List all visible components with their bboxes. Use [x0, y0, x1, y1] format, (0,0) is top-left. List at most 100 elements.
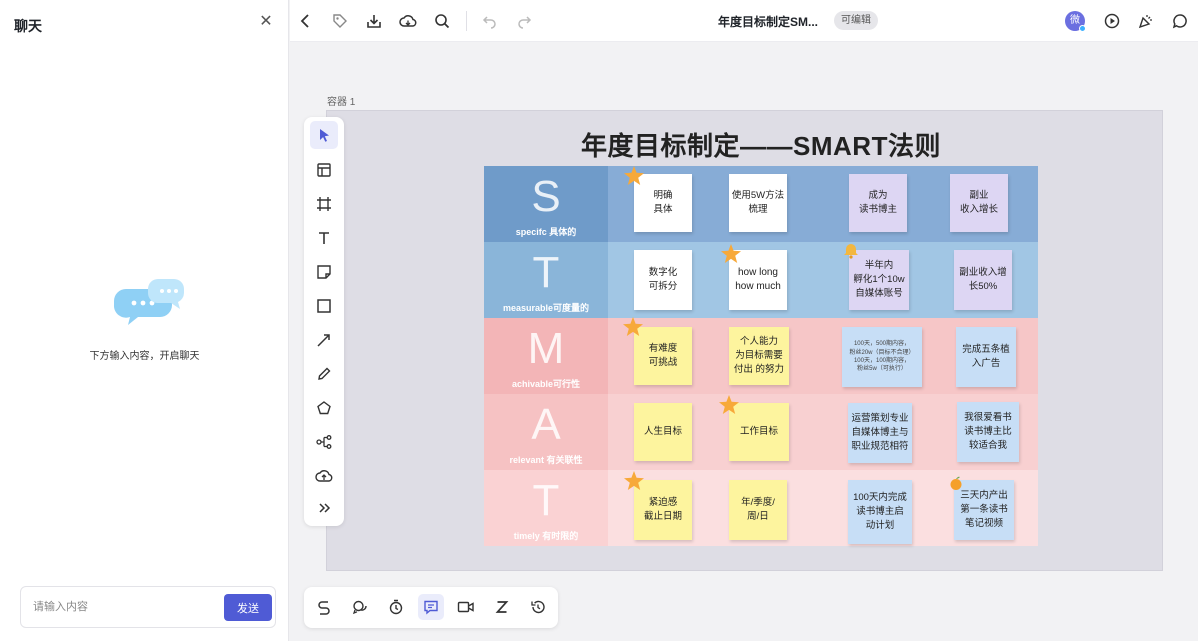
sticky-note[interactable]: 完成五条植 入广告 [956, 327, 1016, 387]
row-body: 人生目标 工作目标 运营策划专业 自媒体博主与 职业规范相符 我很爱看书 读书博… [608, 394, 1038, 470]
row-letter: M [527, 324, 565, 373]
sticky-note[interactable]: 成为 读书博主 [849, 174, 907, 232]
arrow-icon [317, 334, 330, 347]
send-button[interactable]: 发送 [224, 594, 272, 621]
row-letter: A [531, 400, 561, 449]
sticky-note[interactable]: 年/季度/ 周/日 [729, 480, 787, 540]
shape-tool[interactable] [310, 394, 338, 422]
row-letter: T [532, 248, 560, 297]
video-icon[interactable] [453, 594, 479, 620]
left-toolbar [304, 117, 344, 526]
rectangle-icon [317, 299, 331, 313]
star-sticker-icon[interactable] [622, 316, 644, 338]
sticky-note[interactable]: 运营策划专业 自媒体博主与 职业规范相符 [848, 403, 912, 463]
comment-icon[interactable] [1170, 11, 1190, 31]
sticky-note[interactable]: 个人能力 为目标需要 付出 的努力 [729, 327, 789, 385]
double-chevron-icon [319, 503, 331, 513]
tag-icon[interactable] [330, 11, 350, 31]
orange-sticker-icon[interactable] [948, 475, 964, 491]
template-tool[interactable] [310, 156, 338, 184]
cursor-icon [320, 129, 329, 142]
arrow-tool[interactable] [310, 326, 338, 354]
sticky-note[interactable]: 我很爱看书 读书博主比 较适合我 [957, 402, 1019, 462]
row-body: 明确 具体 使用5W方法 梳理 成为 读书博主 副业 收入增长 [608, 166, 1038, 242]
board-title[interactable]: 年度目标制定——SMART法则 [484, 126, 1038, 163]
select-tool[interactable] [310, 121, 338, 149]
sticky-note[interactable]: 副业 收入增长 [950, 174, 1008, 232]
pen-icon [318, 367, 331, 380]
sticky-note-icon [317, 265, 331, 279]
toolbar-divider [466, 11, 467, 31]
back-icon[interactable] [296, 11, 316, 31]
row-header: T measurable可度量的 [484, 242, 608, 318]
layout-icon [317, 163, 331, 177]
bell-sticker-icon[interactable] [843, 243, 859, 259]
row-header: T timely 有时限的 [484, 470, 608, 546]
timer-icon[interactable] [383, 594, 409, 620]
sticky-note-tool[interactable] [310, 258, 338, 286]
undo-icon[interactable] [480, 11, 500, 31]
row-header: A relevant 有关联性 [484, 394, 608, 470]
chat-empty-hint: 下方输入内容，开启聊天 [89, 351, 200, 362]
row-header: S specifc 具体的 [484, 166, 608, 242]
row-body: 有难度 可挑战 个人能力 为目标需要 付出 的努力 100天，500期内容， 粉… [608, 318, 1038, 394]
sticky-note[interactable]: 100天内完成 读书博主启 动计划 [848, 480, 912, 544]
sticky-note[interactable]: 副业收入增 长50% [954, 250, 1012, 310]
chat-input[interactable] [33, 596, 223, 618]
container-label[interactable]: 容器 1 [327, 93, 355, 108]
mindmap-icon [316, 435, 332, 449]
celebrate-icon[interactable] [1136, 11, 1156, 31]
close-icon[interactable]: ✕ [258, 14, 274, 30]
upload-tool[interactable] [310, 462, 338, 490]
mindmap-tool[interactable] [310, 428, 338, 456]
search-icon[interactable] [432, 11, 452, 31]
text-tool[interactable] [310, 224, 338, 252]
sticky-note[interactable]: 数字化 可拆分 [634, 250, 692, 310]
row-subtitle: specifc 具体的 [515, 227, 577, 237]
row-subtitle: timely 有时限的 [513, 531, 579, 541]
chat-bubbles-illustration [112, 275, 188, 331]
smart-row-s: S specifc 具体的 明确 具体 使用5W方法 梳理 成为 读书博主 副业… [484, 166, 1038, 242]
row-letter: S [531, 172, 561, 221]
sleep-z-icon[interactable] [489, 594, 515, 620]
more-tools[interactable] [310, 494, 338, 522]
sticky-note[interactable]: 人生目标 [634, 403, 692, 461]
row-subtitle: measurable可度量的 [502, 303, 590, 313]
top-toolbar: 年度目标制定SM... 可编辑 微 [290, 0, 1198, 42]
pen-tool[interactable] [310, 360, 338, 388]
frame-icon [317, 197, 331, 211]
cloud-sync-icon[interactable] [398, 11, 418, 31]
upload-icon [315, 470, 333, 482]
smart-row-t-measurable: T measurable可度量的 数字化 可拆分 how long how mu… [484, 242, 1038, 318]
connector-icon[interactable] [311, 594, 337, 620]
star-sticker-icon[interactable] [623, 165, 645, 187]
editable-badge[interactable]: 可编辑 [834, 11, 878, 30]
chat-panel: 聊天 ✕ 下方输入内容，开启聊天 发送 [0, 0, 289, 641]
star-sticker-icon[interactable] [720, 243, 742, 265]
row-body: 紧迫感 截止日期 年/季度/ 周/日 100天内完成 读书博主启 动计划 三天内… [608, 470, 1038, 546]
row-body: 数字化 可拆分 how long how much 半年内 孵化1个10w 自媒… [608, 242, 1038, 318]
present-play-icon[interactable] [1102, 11, 1122, 31]
online-status-dot [1079, 25, 1086, 32]
text-icon [319, 232, 329, 244]
row-letter: T [532, 476, 560, 525]
document-title[interactable]: 年度目标制定SM... [718, 13, 818, 30]
bottom-toolbar [304, 587, 558, 628]
chat-title: 聊天 [14, 18, 42, 34]
row-subtitle: achivable可行性 [511, 379, 581, 389]
pentagon-icon [317, 401, 331, 415]
sticky-note[interactable]: 使用5W方法 梳理 [729, 174, 787, 232]
smart-row-a: A relevant 有关联性 人生目标 工作目标 运营策划专业 自媒体博主与 … [484, 394, 1038, 470]
sticky-note[interactable]: 100天，500期内容， 粉丝20w（目标不合理） 100天，100期内容， 粉… [842, 327, 922, 387]
chat-bubbles-icon[interactable] [347, 594, 373, 620]
redo-icon[interactable] [514, 11, 534, 31]
row-header: M achivable可行性 [484, 318, 608, 394]
history-icon[interactable] [525, 594, 551, 620]
download-icon[interactable] [364, 11, 384, 31]
chat-icon[interactable] [418, 594, 444, 620]
star-sticker-icon[interactable] [623, 470, 645, 492]
sticky-note[interactable]: 半年内 孵化1个10w 自媒体账号 [849, 250, 909, 310]
star-sticker-icon[interactable] [718, 394, 740, 416]
rectangle-tool[interactable] [310, 292, 338, 320]
frame-tool[interactable] [310, 190, 338, 218]
